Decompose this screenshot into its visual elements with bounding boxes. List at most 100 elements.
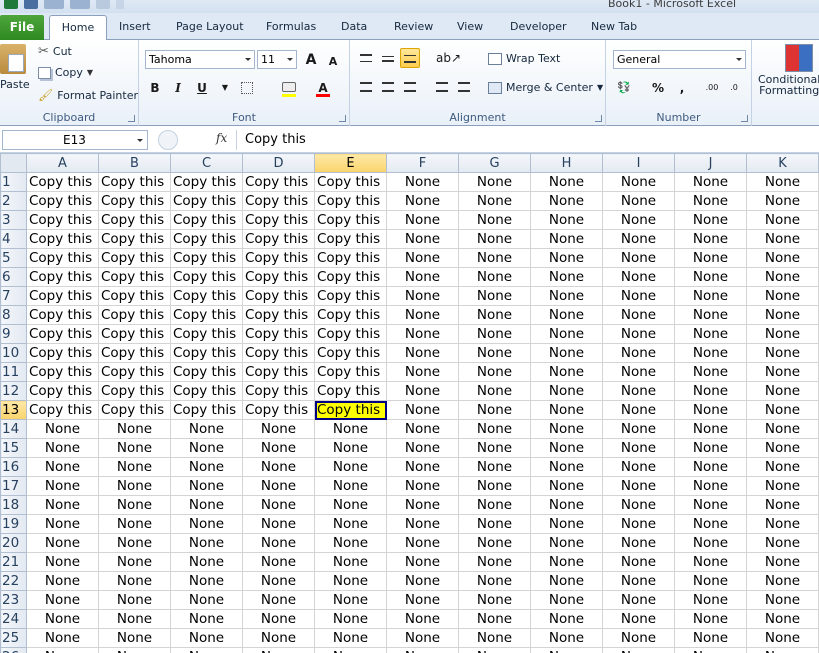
row-header-26[interactable]: 26 [0, 647, 27, 653]
cell-c14[interactable]: None [170, 419, 243, 439]
cell-f22[interactable]: None [386, 571, 459, 591]
cell-i12[interactable]: None [602, 381, 675, 401]
cell-j6[interactable]: None [674, 267, 747, 287]
cell-e9[interactable]: Copy this [314, 324, 387, 344]
cell-b23[interactable]: None [98, 590, 171, 610]
cell-e7[interactable]: Copy this [314, 286, 387, 306]
cell-j7[interactable]: None [674, 286, 747, 306]
cell-b15[interactable]: None [98, 438, 171, 458]
cell-i19[interactable]: None [602, 514, 675, 534]
row-header-18[interactable]: 18 [0, 495, 27, 515]
cell-j25[interactable]: None [674, 628, 747, 648]
cell-c4[interactable]: Copy this [170, 229, 243, 249]
cell-e2[interactable]: Copy this [314, 191, 387, 211]
formula-bar-resize-handle[interactable] [158, 130, 178, 150]
cell-k23[interactable]: None [746, 590, 819, 610]
cell-f25[interactable]: None [386, 628, 459, 648]
cell-g16[interactable]: None [458, 457, 531, 477]
cell-c20[interactable]: None [170, 533, 243, 553]
cell-a19[interactable]: None [26, 514, 99, 534]
cell-j16[interactable]: None [674, 457, 747, 477]
cell-f9[interactable]: None [386, 324, 459, 344]
column-header-j[interactable]: J [674, 153, 747, 173]
cell-a17[interactable]: None [26, 476, 99, 496]
cell-d20[interactable]: None [242, 533, 315, 553]
cell-h4[interactable]: None [530, 229, 603, 249]
tab-home[interactable]: Home [49, 15, 107, 41]
cell-i9[interactable]: None [602, 324, 675, 344]
cell-c3[interactable]: Copy this [170, 210, 243, 230]
row-header-10[interactable]: 10 [0, 343, 27, 363]
cell-d13[interactable]: Copy this [242, 400, 315, 420]
cell-i2[interactable]: None [602, 191, 675, 211]
tab-file[interactable]: File [0, 15, 44, 40]
cell-h21[interactable]: None [530, 552, 603, 572]
cell-g1[interactable]: None [458, 172, 531, 192]
accounting-format-button[interactable]: 💱 [614, 78, 634, 98]
cell-e22[interactable]: None [314, 571, 387, 591]
row-header-19[interactable]: 19 [0, 514, 27, 534]
cell-c8[interactable]: Copy this [170, 305, 243, 325]
redo-icon[interactable] [70, 0, 90, 9]
cell-i20[interactable]: None [602, 533, 675, 553]
cell-j20[interactable]: None [674, 533, 747, 553]
cell-a6[interactable]: Copy this [26, 267, 99, 287]
cell-a9[interactable]: Copy this [26, 324, 99, 344]
cell-h9[interactable]: None [530, 324, 603, 344]
cell-c13[interactable]: Copy this [170, 400, 243, 420]
cell-d18[interactable]: None [242, 495, 315, 515]
cell-g4[interactable]: None [458, 229, 531, 249]
comma-style-button[interactable]: , [672, 78, 692, 98]
cell-j2[interactable]: None [674, 191, 747, 211]
cell-j22[interactable]: None [674, 571, 747, 591]
row-header-21[interactable]: 21 [0, 552, 27, 572]
cell-b11[interactable]: Copy this [98, 362, 171, 382]
cell-k12[interactable]: None [746, 381, 819, 401]
cell-h12[interactable]: None [530, 381, 603, 401]
cell-f21[interactable]: None [386, 552, 459, 572]
cell-j21[interactable]: None [674, 552, 747, 572]
select-all-corner[interactable] [0, 153, 27, 173]
cell-f23[interactable]: None [386, 590, 459, 610]
column-header-c[interactable]: C [170, 153, 243, 173]
dialog-launcher-icon[interactable] [741, 115, 748, 122]
cell-h1[interactable]: None [530, 172, 603, 192]
row-header-22[interactable]: 22 [0, 571, 27, 591]
print-preview-icon[interactable] [96, 0, 110, 9]
cell-c16[interactable]: None [170, 457, 243, 477]
tab-new-tab[interactable]: New Tab [591, 20, 637, 33]
cell-k14[interactable]: None [746, 419, 819, 439]
italic-button[interactable]: I [168, 78, 188, 98]
cell-j13[interactable]: None [674, 400, 747, 420]
cell-c7[interactable]: Copy this [170, 286, 243, 306]
cell-j26[interactable]: None [674, 647, 747, 653]
column-header-h[interactable]: H [530, 153, 603, 173]
cell-j1[interactable]: None [674, 172, 747, 192]
column-header-g[interactable]: G [458, 153, 531, 173]
cell-h8[interactable]: None [530, 305, 603, 325]
cell-i25[interactable]: None [602, 628, 675, 648]
tab-review[interactable]: Review [394, 20, 433, 33]
cell-e25[interactable]: None [314, 628, 387, 648]
cell-a13[interactable]: Copy this [26, 400, 99, 420]
tab-page-layout[interactable]: Page Layout [176, 20, 244, 33]
cell-d21[interactable]: None [242, 552, 315, 572]
cell-i26[interactable]: None [602, 647, 675, 653]
cell-g2[interactable]: None [458, 191, 531, 211]
cell-c12[interactable]: Copy this [170, 381, 243, 401]
cell-c10[interactable]: Copy this [170, 343, 243, 363]
insert-function-icon[interactable]: fx [216, 131, 227, 145]
cell-f26[interactable]: None [386, 647, 459, 653]
cell-g26[interactable]: None [458, 647, 531, 653]
cell-b25[interactable]: None [98, 628, 171, 648]
cell-c5[interactable]: Copy this [170, 248, 243, 268]
cell-c15[interactable]: None [170, 438, 243, 458]
cell-b18[interactable]: None [98, 495, 171, 515]
row-header-17[interactable]: 17 [0, 476, 27, 496]
row-header-14[interactable]: 14 [0, 419, 27, 439]
cell-e5[interactable]: Copy this [314, 248, 387, 268]
row-header-24[interactable]: 24 [0, 609, 27, 629]
cell-g8[interactable]: None [458, 305, 531, 325]
cell-h23[interactable]: None [530, 590, 603, 610]
cell-k6[interactable]: None [746, 267, 819, 287]
